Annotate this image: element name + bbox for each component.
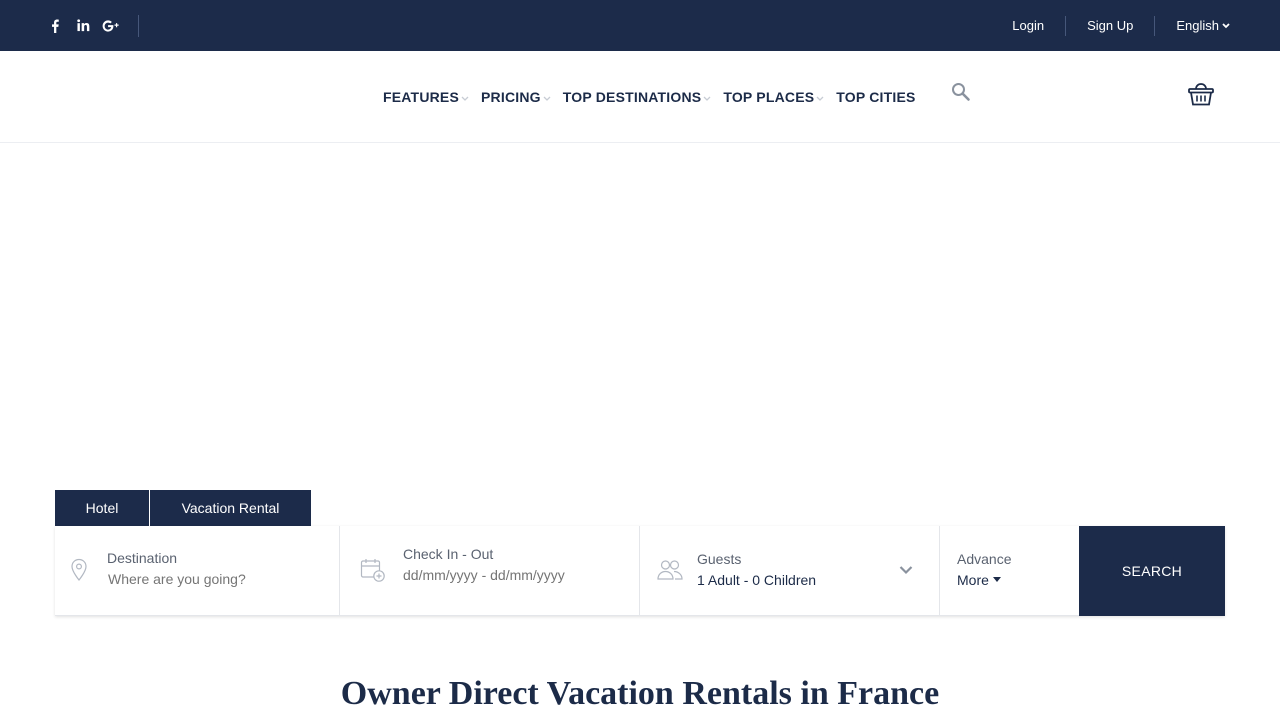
main-nav: FEATURES PRICING TOP DESTINATIONS TOP PL… <box>383 51 928 143</box>
google-plus-link[interactable] <box>100 15 122 37</box>
users-icon <box>657 560 683 580</box>
language-label: English <box>1176 17 1219 33</box>
login-link[interactable]: Login <box>991 16 1065 36</box>
linkedin-link[interactable] <box>72 15 94 37</box>
search-form: Destination Check In - Out Guests 1 Adul… <box>55 526 1225 616</box>
more-toggle[interactable]: More <box>957 572 1001 588</box>
top-bar: Login Sign Up English <box>0 0 1280 51</box>
account-nav: Login Sign Up English <box>991 0 1230 51</box>
facebook-link[interactable] <box>44 15 66 37</box>
facebook-icon <box>52 18 59 33</box>
language-selector[interactable]: English <box>1154 15 1230 36</box>
destination-label: Destination <box>107 550 178 566</box>
header-search-button[interactable] <box>951 82 973 104</box>
calendar-add-icon <box>360 559 385 582</box>
chevron-down-icon <box>816 96 824 101</box>
guests-field[interactable]: Guests 1 Adult - 0 Children <box>640 526 940 616</box>
social-links <box>44 0 139 51</box>
main-header: FEATURES PRICING TOP DESTINATIONS TOP PL… <box>0 51 1280 143</box>
nav-item-top-cities[interactable]: TOP CITIES <box>836 89 915 105</box>
nav-item-top-destinations[interactable]: TOP DESTINATIONS <box>563 89 712 105</box>
nav-item-pricing[interactable]: PRICING <box>481 89 551 105</box>
dates-field[interactable]: Check In - Out <box>340 526 640 616</box>
dates-label: Check In - Out <box>403 546 494 562</box>
linkedin-icon <box>76 19 89 32</box>
nav-item-label: FEATURES <box>383 89 460 105</box>
advance-label: Advance <box>957 551 1012 567</box>
chevron-down-icon <box>703 96 711 101</box>
nav-item-label: TOP PLACES <box>723 89 815 105</box>
caret-down-icon <box>992 577 1001 582</box>
social-divider <box>138 14 139 37</box>
chevron-down-icon <box>543 96 551 101</box>
chevron-down-icon[interactable] <box>899 565 913 575</box>
more-label: More <box>957 572 989 588</box>
tab-hotel[interactable]: Hotel <box>55 490 149 526</box>
cart-button[interactable] <box>1187 80 1217 110</box>
basket-icon <box>1188 83 1214 106</box>
nav-item-top-places[interactable]: TOP PLACES <box>723 89 824 105</box>
dates-input[interactable] <box>403 567 623 583</box>
nav-item-label: PRICING <box>481 89 541 105</box>
destination-field[interactable]: Destination <box>55 526 340 616</box>
chevron-down-icon <box>1222 22 1230 28</box>
destination-input[interactable] <box>108 571 328 587</box>
search-submit-button[interactable]: SEARCH <box>1079 526 1225 616</box>
nav-item-label: TOP CITIES <box>836 89 916 105</box>
guests-value: 1 Adult - 0 Children <box>697 572 817 588</box>
chevron-down-icon <box>461 96 469 101</box>
map-pin-icon <box>71 558 87 581</box>
nav-item-label: TOP DESTINATIONS <box>562 89 702 105</box>
signup-link[interactable]: Sign Up <box>1065 15 1154 36</box>
google-plus-icon <box>102 19 119 32</box>
nav-item-features[interactable]: FEATURES <box>383 89 469 105</box>
advance-field: Advance More <box>940 526 1079 616</box>
guests-label: Guests <box>697 551 742 567</box>
search-icon <box>952 83 970 101</box>
search-tabs: Hotel Vacation Rental <box>55 490 311 526</box>
section-title: Owner Direct Vacation Rentals in France <box>340 675 940 712</box>
tab-vacation-rental[interactable]: Vacation Rental <box>150 490 311 526</box>
